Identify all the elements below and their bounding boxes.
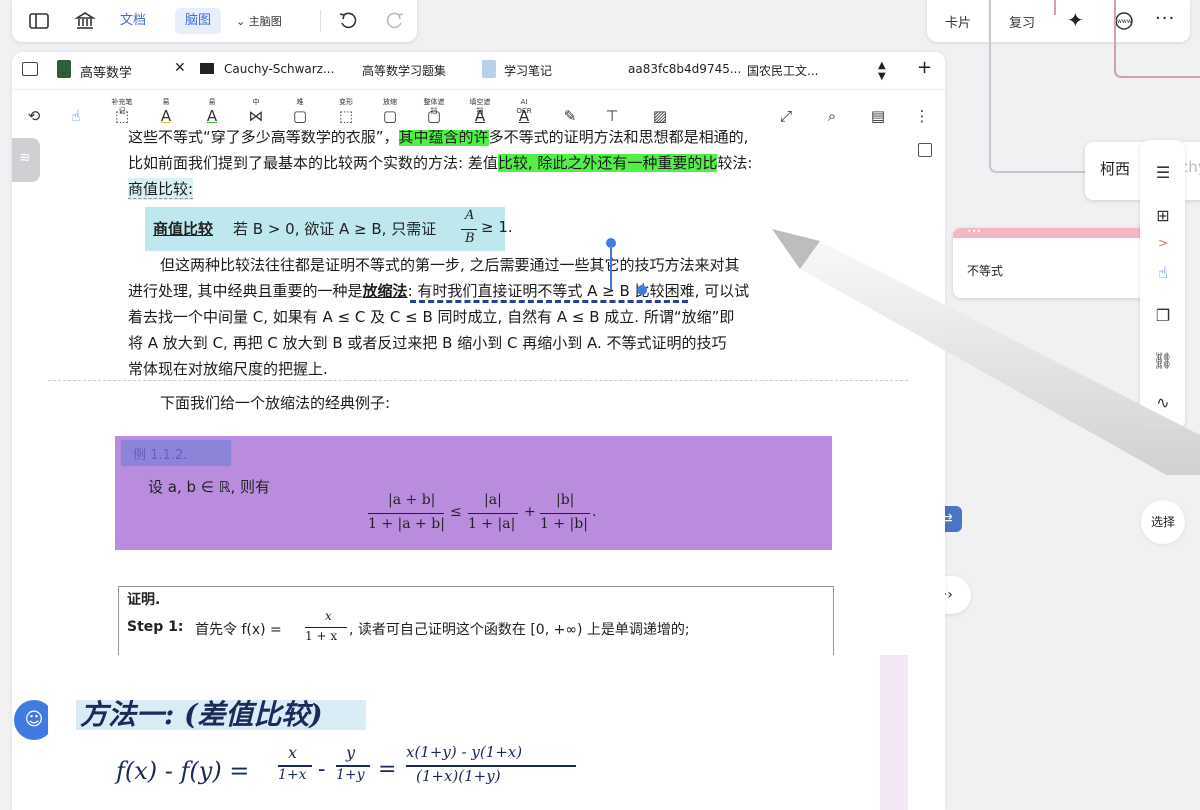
page-edge [880, 655, 908, 810]
paragraph-line: 这些不等式“穿了多少高等数学的衣服”，其中蕴含的许多不等式的证明方法和思想都是相… [128, 130, 749, 146]
mindmap-tab-button[interactable]: 脑图 [175, 8, 222, 34]
selection-handle-start[interactable] [606, 238, 616, 248]
divider [320, 10, 321, 32]
definition-box: 商值比较 若 B > 0, 欲证 A ≥ B, 只需证 A B ≥ 1. [145, 207, 513, 251]
pen-tool-icon[interactable]: ✎ [558, 98, 582, 126]
tab-scroll-icon[interactable]: ▲ ▼ [878, 60, 886, 82]
pointer-tool-icon[interactable]: ☝ [64, 98, 88, 134]
example-equation: |a + b| 1 + |a + b| ≤ |a| 1 + |a| + |b| … [368, 492, 597, 532]
selection-handle-end[interactable] [637, 285, 647, 295]
definition-term: 商值比较 [153, 220, 214, 238]
supplement-note-tool[interactable]: 补充笔记 ⬚ [110, 98, 134, 126]
paragraph-line: 比如前面我们提到了最基本的比较两个实数的方法: 差值比较, 除此之外还有一种重要… [128, 154, 753, 172]
medium-tool[interactable]: 中 ⋈ [244, 98, 268, 126]
scale-tool[interactable]: 放缩 ▢ [378, 98, 402, 126]
annotation-toolbar: ⟲ ☝ 补充笔记 ⬚ 易A 易A 中 ⋈ 难 ▢ 变形 ⬚ 放缩 ▢ 整体遮挡 ▢ 填空遮挡… [12, 90, 945, 134]
handwritten-equation: f(x) - f(y) = x 1+x - y 1+y = x(1+y) - y… [116, 743, 576, 803]
paragraph-line: 常体现在对放缩尺度的把握上. [128, 360, 328, 378]
tab-cauchy-schwarz[interactable]: Cauchy-Schwarz... [224, 62, 334, 76]
example-statement: 设 a, b ∈ ℝ, 则有 [148, 478, 271, 496]
bookmark-icon[interactable]: ▤ [866, 98, 890, 126]
tab-migrant-workers[interactable]: 国农民工文... [747, 62, 818, 79]
easy-underline-tool[interactable]: 易A [200, 98, 224, 126]
paragraph-line: 着去找一个中间量 C, 如果有 A ≤ C 及 C ≤ B 同时成立, 自然有 … [128, 308, 735, 326]
tab-calculus[interactable]: 高等数学 [80, 62, 132, 81]
close-icon[interactable]: ✕ [174, 60, 186, 76]
panel-toggle-icon[interactable] [22, 62, 38, 76]
search-doc-icon[interactable]: ⌕ [820, 98, 844, 126]
notebook-icon [482, 60, 496, 78]
textbox-tool-icon[interactable]: ⊤ [600, 98, 624, 126]
book-cover-icon [57, 60, 71, 78]
stylus-pencil [772, 229, 1200, 475]
mindmap-type-label: 主脑图 [248, 15, 282, 28]
hard-tool[interactable]: 难 ▢ [288, 98, 312, 126]
easy-highlight-tool[interactable]: 易A [154, 98, 178, 126]
proof-box: 证明. Step 1: 首先令 f(x) = x 1 + x , 读者可自己证明… [118, 586, 834, 655]
example-tag-box: 例 1.1.2. [121, 440, 231, 466]
selection-underline [410, 300, 688, 303]
doc-tab-button[interactable]: 文档 [110, 8, 156, 34]
top-toolbar: 文档 脑图 ⌄ 主脑图 [12, 0, 417, 42]
tab-exercise-set[interactable]: 高等数学习题集 [362, 62, 446, 79]
chevron-down-icon: ⌄ [236, 15, 246, 28]
fraction-bar [461, 229, 477, 230]
overflow-menu-icon[interactable]: ⋮ [910, 98, 934, 126]
node-cauchy-label: 柯西 [1100, 160, 1131, 178]
paragraph-line: 商值比较: [128, 178, 194, 200]
fullscreen-icon[interactable]: ⤢ [774, 98, 798, 126]
paragraph-line: 将 A 放大到 C, 再把 C 放大到 B 或者反过来把 B 缩小到 C 再缩小… [128, 334, 727, 352]
layers-icon[interactable]: ≋ [12, 138, 40, 182]
tab-hash-doc[interactable]: aa83fc8b4d9745... [628, 62, 741, 76]
lasso-tool-icon[interactable]: ⟲ [22, 98, 46, 126]
handwriting-canvas[interactable]: 方法一: (差值比较) f(x) - f(y) = x 1+x - y 1+y … [48, 655, 908, 810]
handwritten-heading: 方法一: (差值比较) [80, 698, 323, 731]
split-view-icon[interactable] [918, 143, 932, 157]
paragraph-line: 但这两种比较法往往都是证明不等式的第一步, 之后需要通过一些其它的技巧方法来对其 [160, 256, 740, 274]
mask-whole-tool[interactable]: 整体遮挡 ▢ [422, 98, 446, 126]
redo-icon[interactable] [384, 10, 406, 32]
mask-blank-tool[interactable]: 填空遮挡 A [468, 98, 492, 126]
definition-end: ≥ 1. [481, 218, 513, 236]
selection-caret [610, 248, 612, 290]
paragraph-line: 下面我们给一个放缩法的经典例子: [160, 394, 391, 412]
tab-study-notes[interactable]: 学习笔记 [504, 62, 552, 79]
fraction-numerator: A [465, 208, 475, 223]
definition-text: 若 B > 0, 欲证 A ≥ B, 只需证 [233, 220, 437, 238]
undo-icon[interactable] [337, 10, 359, 32]
ai-ocr-tool[interactable]: AI OCR A [512, 98, 536, 126]
sidebar-toggle-icon[interactable] [28, 10, 50, 32]
select-mode-button[interactable]: 选择 [1141, 500, 1185, 544]
image-tool-icon[interactable]: ▨ [648, 98, 672, 126]
tab-bar: 高等数学 ✕ Cauchy-Schwarz... 高等数学习题集 学习笔记 aa… [12, 52, 945, 90]
mindmap-type-dropdown[interactable]: ⌄ 主脑图 [236, 13, 282, 29]
outline-icon[interactable]: ☰ [1152, 162, 1174, 184]
fraction-denominator: B [465, 231, 475, 246]
paragraph-line: 进行处理, 其中经典且重要的一种是放缩法: 有时我们直接证明不等式 A ≥ B … [128, 282, 750, 300]
terminal-doc-icon [200, 63, 214, 74]
new-tab-icon[interactable]: + [917, 57, 932, 78]
library-icon[interactable] [74, 10, 96, 32]
transform-tool[interactable]: 变形 ⬚ [334, 98, 358, 126]
